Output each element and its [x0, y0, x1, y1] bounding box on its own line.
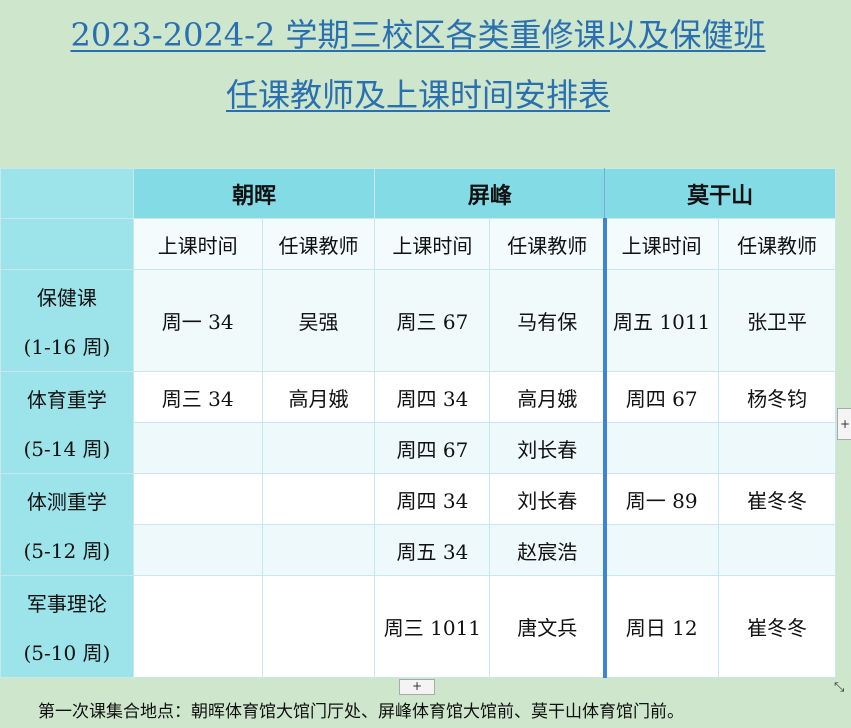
course-name: 军事理论 — [26, 591, 107, 616]
campus-header-moganshan: 莫干山 — [604, 168, 836, 219]
course-label: 军事理论 (5-10 周) — [0, 575, 134, 678]
campus-header-zhaohui: 朝晖 — [132, 168, 376, 219]
table-cell[interactable] — [132, 422, 263, 474]
table-cell[interactable]: 吴强 — [261, 269, 376, 372]
footer-note: 第一次课集合地点：朝晖体育馆大馆门厅处、屏峰体育馆大馆前、莫干山体育馆门前。 — [38, 702, 684, 722]
table-cell[interactable]: 周四 67 — [604, 371, 720, 423]
course-label: 体测重学 (5-12 周) — [0, 473, 134, 576]
table-cell[interactable]: 刘长春 — [489, 422, 606, 474]
subheader-time: 上课时间 — [132, 218, 263, 270]
schedule-table: 朝晖 屏峰 莫干山 上课时间 任课教师 上课时间 任课教师 上课时间 任课教师 … — [0, 168, 836, 678]
table-cell[interactable]: 崔冬冬 — [718, 575, 836, 678]
table-cell[interactable]: 张卫平 — [718, 269, 836, 372]
table-cell[interactable] — [261, 473, 376, 525]
course-name: 体育重学 — [26, 387, 107, 412]
table-cell[interactable]: 周三 1011 — [374, 575, 491, 678]
subheader-teacher: 任课教师 — [261, 218, 376, 270]
column-selection-line — [603, 218, 607, 678]
table-cell[interactable]: 周一 89 — [604, 473, 720, 525]
table-cell[interactable]: 周五 1011 — [604, 269, 720, 372]
add-column-button[interactable]: + — [837, 408, 851, 440]
table-cell[interactable]: 周五 34 — [374, 524, 491, 576]
table-cell[interactable]: 杨冬钧 — [718, 371, 836, 423]
table-cell[interactable]: 周一 34 — [132, 269, 263, 372]
table-cell[interactable]: 高月娥 — [261, 371, 376, 423]
course-name: 体测重学 — [26, 489, 107, 514]
table-cell[interactable]: 周日 12 — [604, 575, 720, 678]
corner-cell-2 — [0, 218, 134, 270]
table-cell[interactable]: 赵宸浩 — [489, 524, 606, 576]
column-divider — [604, 168, 605, 218]
table-cell[interactable]: 周四 34 — [374, 473, 491, 525]
table-cell[interactable]: 唐文兵 — [489, 575, 606, 678]
table-cell[interactable]: 周四 67 — [374, 422, 491, 474]
course-weeks: (5-10 周) — [23, 640, 111, 665]
subheader-teacher: 任课教师 — [489, 218, 606, 270]
page-title-line2: 任课教师及上课时间安排表 — [225, 76, 610, 114]
table-cell[interactable] — [604, 524, 720, 576]
table-cell[interactable] — [261, 575, 376, 678]
table-cell[interactable]: 崔冬冬 — [718, 473, 836, 525]
page-title-line1: 2023-2024-2 学期三校区各类重修课以及保健班 — [70, 16, 766, 54]
table-cell[interactable] — [718, 422, 836, 474]
course-weeks: (5-12 周) — [23, 538, 111, 563]
campus-header-pingfeng: 屏峰 — [374, 168, 606, 219]
table-cell[interactable] — [718, 524, 836, 576]
course-name: 保健课 — [36, 285, 97, 310]
table-cell[interactable]: 周三 67 — [374, 269, 491, 372]
schedule-table-area: 朝晖 屏峰 莫干山 上课时间 任课教师 上课时间 任课教师 上课时间 任课教师 … — [0, 168, 836, 678]
table-cell[interactable] — [132, 473, 263, 525]
table-cell[interactable]: 刘长春 — [489, 473, 606, 525]
table-cell[interactable]: 马有保 — [489, 269, 606, 372]
course-weeks: (5-14 周) — [23, 436, 111, 461]
table-cell[interactable] — [261, 422, 376, 474]
table-cell[interactable] — [132, 575, 263, 678]
table-cell[interactable] — [261, 524, 376, 576]
table-cell[interactable]: 周三 34 — [132, 371, 263, 423]
subheader-time: 上课时间 — [604, 218, 720, 270]
course-weeks: (1-16 周) — [23, 334, 111, 359]
course-label: 体育重学 (5-14 周) — [0, 371, 134, 474]
course-label: 保健课 (1-16 周) — [0, 269, 134, 372]
add-row-button[interactable]: + — [399, 679, 435, 695]
table-resize-icon[interactable]: ⤡ — [834, 680, 848, 695]
subheader-teacher: 任课教师 — [718, 218, 836, 270]
table-cell[interactable]: 高月娥 — [489, 371, 606, 423]
subheader-time: 上课时间 — [374, 218, 491, 270]
table-cell[interactable] — [132, 524, 263, 576]
table-cell[interactable] — [604, 422, 720, 474]
table-cell[interactable]: 周四 34 — [374, 371, 491, 423]
corner-cell — [0, 168, 134, 219]
